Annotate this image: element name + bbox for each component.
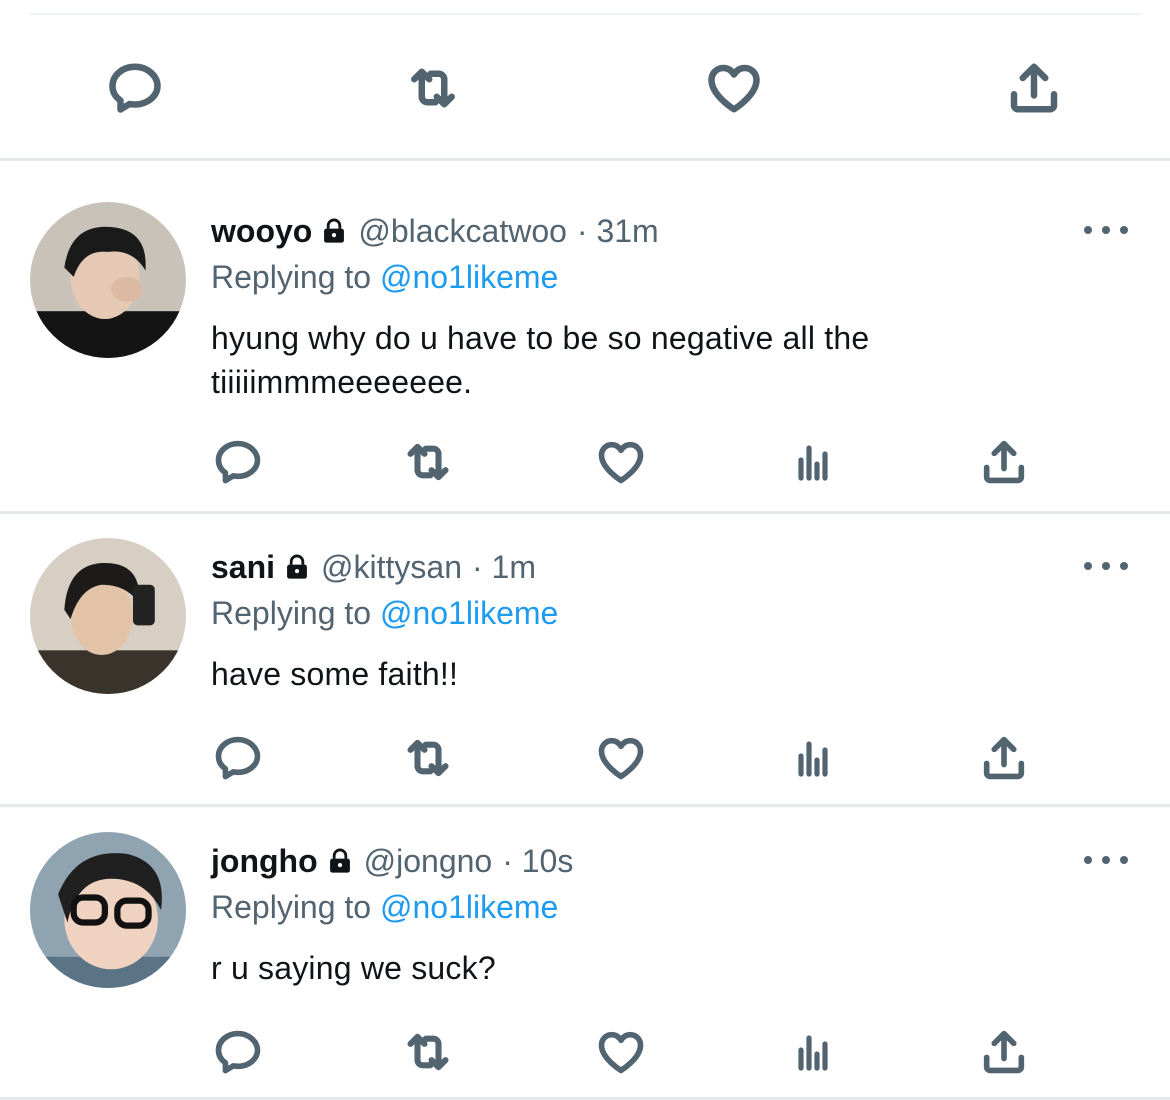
mention-link[interactable]: @no1likeme bbox=[380, 259, 558, 295]
reply-icon bbox=[212, 1026, 264, 1078]
main-tweet-actions bbox=[0, 58, 1170, 118]
lock-icon bbox=[320, 217, 348, 245]
analytics-button[interactable] bbox=[783, 728, 843, 788]
share-icon bbox=[978, 1026, 1030, 1078]
replying-to: Replying to @no1likeme bbox=[211, 259, 559, 295]
retweet-button[interactable] bbox=[398, 1022, 458, 1082]
lock-icon bbox=[326, 847, 354, 875]
tweet-actions bbox=[0, 1022, 1170, 1082]
display-name[interactable]: jongho bbox=[211, 841, 318, 881]
share-icon bbox=[1004, 58, 1064, 118]
analytics-button[interactable] bbox=[783, 1022, 843, 1082]
tweet-actions bbox=[0, 432, 1170, 492]
more-icon bbox=[1084, 226, 1092, 234]
heart-icon bbox=[595, 732, 647, 784]
share-icon bbox=[978, 732, 1030, 784]
share-button[interactable] bbox=[1004, 58, 1064, 118]
timestamp: · 31m bbox=[576, 213, 659, 249]
reply-button[interactable] bbox=[208, 728, 268, 788]
retweet-icon bbox=[400, 434, 456, 490]
heart-icon bbox=[595, 436, 647, 488]
tweet-text: r u saying we suck? bbox=[211, 950, 496, 986]
replying-to: Replying to @no1likeme bbox=[211, 889, 559, 925]
retweet-icon bbox=[403, 56, 463, 120]
analytics-button[interactable] bbox=[783, 432, 843, 492]
retweet-icon bbox=[400, 1024, 456, 1080]
share-button[interactable] bbox=[974, 432, 1034, 492]
reply-icon bbox=[105, 58, 165, 118]
handle[interactable]: @kittysan bbox=[321, 547, 462, 587]
mention-link[interactable]: @no1likeme bbox=[380, 595, 558, 631]
tweet-text: have some faith!! bbox=[211, 656, 459, 692]
analytics-icon bbox=[789, 438, 837, 486]
reply-button[interactable] bbox=[105, 58, 165, 118]
more-button[interactable] bbox=[1084, 556, 1128, 576]
analytics-icon bbox=[789, 734, 837, 782]
tweet-actions bbox=[0, 728, 1170, 788]
tweet-header: jongho @jongno · 10s bbox=[211, 841, 573, 881]
timestamp: · 1m bbox=[472, 549, 536, 585]
divider bbox=[0, 511, 1170, 514]
retweet-button[interactable] bbox=[398, 728, 458, 788]
timestamp: · 10s bbox=[502, 843, 574, 879]
share-button[interactable] bbox=[974, 728, 1034, 788]
retweet-button[interactable] bbox=[403, 58, 463, 118]
display-name[interactable]: sani bbox=[211, 547, 275, 587]
divider bbox=[0, 158, 1170, 161]
like-button[interactable] bbox=[591, 432, 651, 492]
tweet-text: hyung why do u have to be so negative al… bbox=[211, 320, 870, 400]
tweet-header: wooyo @blackcatwoo · 31m bbox=[211, 211, 659, 251]
analytics-icon bbox=[789, 1028, 837, 1076]
like-button[interactable] bbox=[591, 1022, 651, 1082]
more-button[interactable] bbox=[1084, 850, 1128, 870]
display-name[interactable]: wooyo bbox=[211, 211, 312, 251]
share-icon bbox=[978, 436, 1030, 488]
reply-icon bbox=[212, 436, 264, 488]
retweet-button[interactable] bbox=[398, 432, 458, 492]
more-button[interactable] bbox=[1084, 220, 1128, 240]
reply-button[interactable] bbox=[208, 1022, 268, 1082]
mention-link[interactable]: @no1likeme bbox=[380, 889, 558, 925]
tweet-header: sani @kittysan · 1m bbox=[211, 547, 536, 587]
more-icon bbox=[1084, 856, 1092, 864]
more-icon bbox=[1084, 562, 1092, 570]
handle[interactable]: @blackcatwoo bbox=[358, 211, 567, 251]
reply-button[interactable] bbox=[208, 432, 268, 492]
replying-to: Replying to @no1likeme bbox=[211, 595, 559, 631]
lock-icon bbox=[283, 553, 311, 581]
like-button[interactable] bbox=[591, 728, 651, 788]
heart-icon bbox=[595, 1026, 647, 1078]
handle[interactable]: @jongno bbox=[364, 841, 493, 881]
retweet-icon bbox=[400, 730, 456, 786]
reply-icon bbox=[212, 732, 264, 784]
share-button[interactable] bbox=[974, 1022, 1034, 1082]
heart-icon bbox=[704, 58, 764, 118]
divider bbox=[0, 804, 1170, 807]
top-divider bbox=[30, 13, 1140, 15]
like-button[interactable] bbox=[704, 58, 764, 118]
avatar[interactable] bbox=[30, 832, 186, 988]
avatar[interactable] bbox=[30, 538, 186, 694]
avatar[interactable] bbox=[30, 202, 186, 358]
